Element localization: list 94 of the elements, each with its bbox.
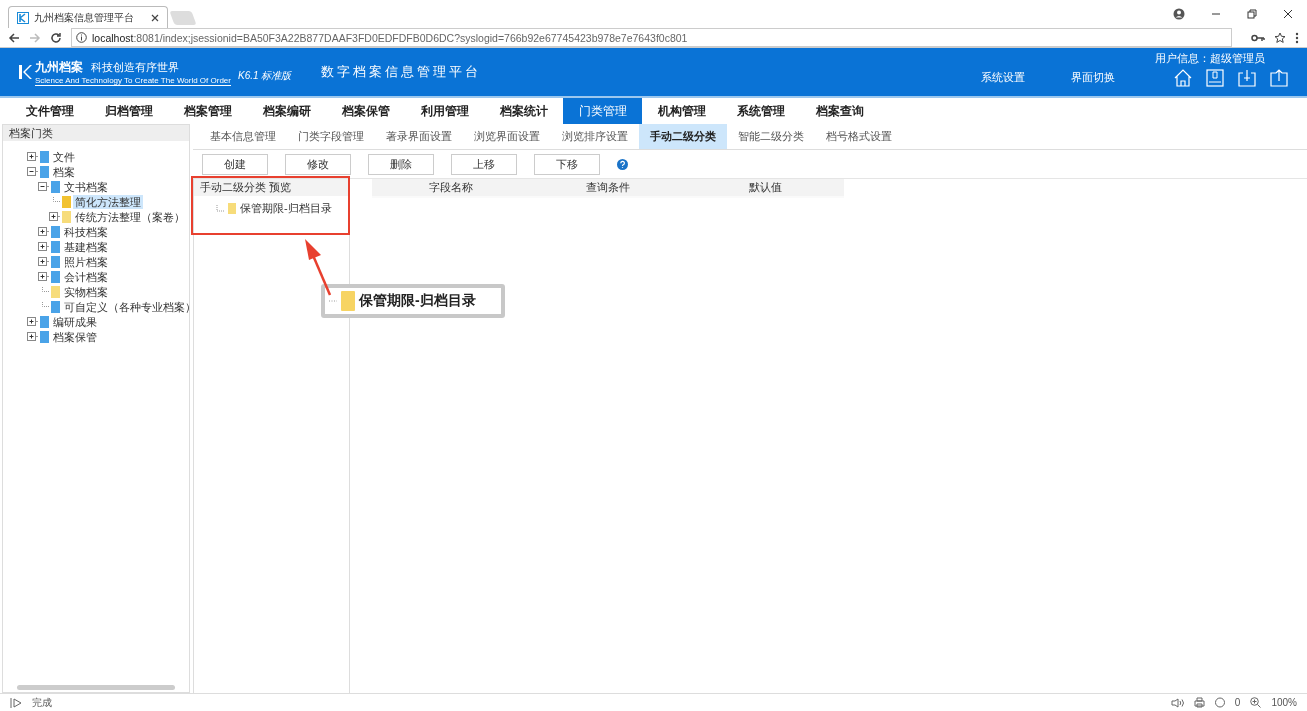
- column-header: 默认值: [747, 180, 783, 195]
- column-header: 查询条件: [585, 180, 631, 195]
- main-nav-tab[interactable]: 归档管理: [89, 98, 168, 124]
- sidebar-title: 档案门类: [3, 125, 189, 141]
- badge-count: 0: [1234, 697, 1241, 708]
- main-nav-tab[interactable]: 档案查询: [800, 98, 879, 124]
- sub-tab[interactable]: 档号格式设置: [815, 124, 903, 149]
- id-card-icon[interactable]: [1205, 67, 1225, 88]
- toolbar-button[interactable]: 删除: [368, 153, 434, 175]
- sub-tab[interactable]: 著录界面设置: [375, 124, 463, 149]
- home-icon[interactable]: [1173, 67, 1193, 88]
- main-nav-tab[interactable]: 系统管理: [721, 98, 800, 124]
- status-text: 完成: [32, 695, 52, 710]
- sub-tab[interactable]: 浏览界面设置: [463, 124, 551, 149]
- back-icon[interactable]: [8, 31, 20, 44]
- arrow: [303, 237, 333, 297]
- main-nav-tab[interactable]: 文件管理: [10, 98, 89, 124]
- expander-icon[interactable]: [38, 242, 49, 251]
- expander-icon[interactable]: [27, 317, 38, 326]
- header-link[interactable]: 系统设置: [981, 70, 1025, 85]
- speaker-icon[interactable]: [1170, 697, 1184, 708]
- scrollbar[interactable]: [17, 685, 175, 690]
- tree-item[interactable]: 照片档案: [62, 254, 110, 269]
- user-info: 用户信息：超级管理员: [1155, 50, 1265, 66]
- expander-icon[interactable]: [27, 332, 38, 341]
- node-icon: [228, 203, 236, 214]
- toolbar-button[interactable]: 修改: [285, 153, 351, 175]
- main-nav-tab[interactable]: 档案管理: [168, 98, 247, 124]
- header-link[interactable]: 界面切换: [1071, 70, 1115, 85]
- play-icon: [10, 697, 22, 708]
- address-field[interactable]: localhost:8081/index;jsessionid=BA50F3A22B877DAAF3FD0EDFDFB0D6DC?syslogid=766b92e67745423b978e7e7643f0c801: [71, 28, 1232, 47]
- menu-icon[interactable]: [1295, 31, 1299, 44]
- tree-item[interactable]: 档案: [51, 164, 77, 179]
- close-icon[interactable]: [151, 13, 159, 22]
- logo-slogan: 科技创造有序世界: [91, 60, 179, 75]
- preview-title: 手动二级分类 预览: [194, 179, 349, 196]
- main-nav-tab[interactable]: 利用管理: [405, 98, 484, 124]
- toolbar-button[interactable]: 创建: [202, 153, 268, 175]
- tree-item[interactable]: 基建档案: [62, 239, 110, 254]
- expander-icon[interactable]: [38, 182, 49, 191]
- toolbar-button[interactable]: 下移: [534, 153, 600, 175]
- tab-title: 九州档案信息管理平台: [34, 10, 135, 25]
- tree-item[interactable]: 编研成果: [51, 314, 99, 329]
- expander-icon[interactable]: [38, 227, 49, 236]
- logout-icon[interactable]: [1269, 67, 1289, 88]
- printer-icon[interactable]: [1193, 697, 1205, 708]
- version-label: K6.1 标准版: [237, 69, 292, 83]
- help-icon[interactable]: [617, 158, 628, 170]
- tree-branch-icon: [216, 204, 224, 213]
- export-icon[interactable]: [1237, 67, 1257, 88]
- node-icon: [341, 291, 355, 311]
- tree-item[interactable]: 传统方法整理（案卷）: [73, 209, 187, 224]
- app-title: 数字档案信息管理平台: [321, 63, 482, 81]
- tree-item[interactable]: 文件: [51, 149, 77, 164]
- sub-tab[interactable]: 门类字段管理: [287, 124, 375, 149]
- sub-tab[interactable]: 智能二级分类: [727, 124, 815, 149]
- main-nav-tab[interactable]: 机构管理: [642, 98, 721, 124]
- callout-label: 保管期限-归档目录: [359, 292, 476, 310]
- tree-item[interactable]: 会计档案: [62, 269, 110, 284]
- sub-tab[interactable]: 基本信息管理: [199, 124, 287, 149]
- toolbar-button[interactable]: 上移: [451, 153, 517, 175]
- main-nav-tab[interactable]: 档案保管: [326, 98, 405, 124]
- expander-icon[interactable]: [38, 257, 49, 266]
- zoom-level[interactable]: 100%: [1271, 697, 1297, 708]
- zoom-icon[interactable]: [1250, 697, 1262, 708]
- tree-item[interactable]: 文书档案: [62, 179, 110, 194]
- tree-item[interactable]: 简化方法整理: [73, 194, 143, 209]
- tree-item[interactable]: 可自定义（各种专业档案）: [62, 299, 198, 314]
- star-icon[interactable]: [1274, 31, 1286, 44]
- expander-icon[interactable]: [38, 272, 49, 281]
- main-nav-tab[interactable]: 门类管理: [563, 98, 642, 124]
- restore-icon[interactable]: [1247, 9, 1257, 19]
- preview-item[interactable]: 保管期限-归档目录: [240, 201, 332, 216]
- column-header: 字段名称: [427, 180, 474, 195]
- tree-item[interactable]: 档案保管: [51, 329, 99, 344]
- main-nav-tab[interactable]: 档案统计: [484, 98, 563, 124]
- logo-name: 九州档案: [35, 58, 83, 76]
- info-icon: [76, 32, 87, 43]
- logo-tagline: Science And Technology To Create The World Of Order: [35, 75, 231, 85]
- sub-tab[interactable]: 手动二级分类: [639, 124, 727, 149]
- site-logo-icon: [17, 11, 29, 24]
- sub-tab[interactable]: 浏览排序设置: [551, 124, 639, 149]
- expander-icon[interactable]: [49, 212, 60, 221]
- key-icon[interactable]: [1251, 32, 1265, 43]
- tree-item[interactable]: 科技档案: [62, 224, 110, 239]
- close-icon[interactable]: [1283, 9, 1293, 19]
- logo-icon: [18, 64, 32, 80]
- expander-icon[interactable]: [27, 167, 38, 176]
- main-nav-tab[interactable]: 档案编研: [247, 98, 326, 124]
- reload-icon[interactable]: [50, 31, 62, 44]
- expander-icon[interactable]: [27, 152, 38, 161]
- browser-tab[interactable]: 九州档案信息管理平台: [8, 6, 168, 28]
- profile-icon[interactable]: [1173, 8, 1185, 20]
- tree-item[interactable]: 实物档案: [62, 284, 110, 299]
